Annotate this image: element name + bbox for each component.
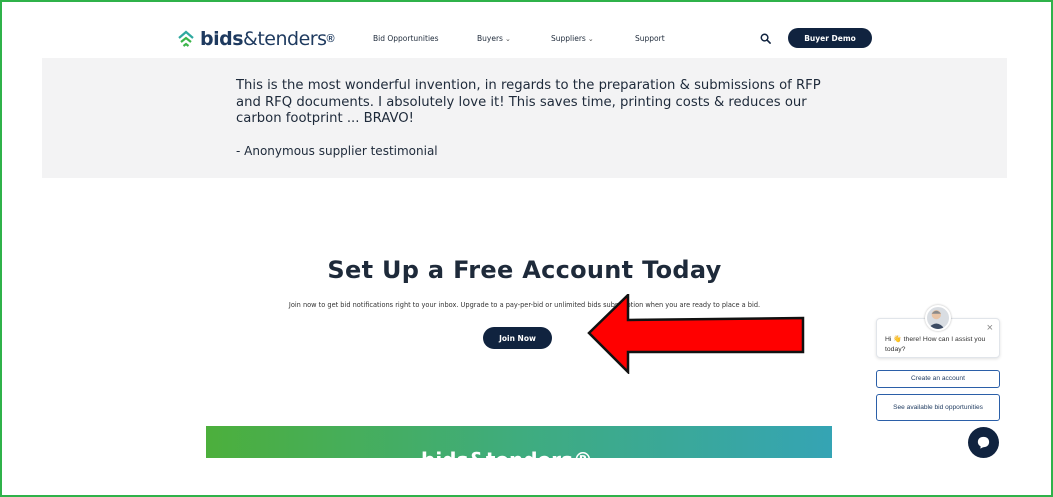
nav-label: Buyers [477, 34, 503, 43]
site-logo[interactable]: bids &tenders ® [176, 27, 335, 51]
chat-option-see-bids[interactable]: See available bid opportunities [876, 394, 1000, 421]
nav-label: Bid Opportunities [373, 34, 439, 43]
join-now-button[interactable]: Join Now [483, 327, 552, 349]
cta-subtitle: Join now to get bid notifications right … [288, 301, 761, 309]
chat-agent-avatar [925, 305, 951, 331]
footer-banner: bids&tenders® [206, 426, 832, 458]
banner-logo-text: bids&tenders® [421, 448, 593, 458]
nav-label: Suppliers [551, 34, 586, 43]
buyer-demo-button[interactable]: Buyer Demo [788, 28, 872, 48]
chevron-down-icon: ⌄ [504, 34, 511, 43]
logo-registered: ® [326, 33, 335, 45]
nav-suppliers[interactable]: Suppliers ⌄ [551, 34, 594, 43]
logo-text-thin: &tenders [243, 28, 327, 50]
chat-message-text: Hi 👋 there! How can I assist you today? [885, 336, 986, 353]
person-icon [927, 309, 945, 329]
screenshot-frame: bids &tenders ® Bid Opportunities Buyers ⌄… [0, 0, 1053, 497]
chat-option-create-account[interactable]: Create an account [876, 370, 1000, 388]
site-header: bids &tenders ® Bid Opportunities Buyers ⌄… [42, 20, 1007, 58]
nav-label: Support [635, 34, 665, 43]
nav-buyers[interactable]: Buyers ⌄ [477, 34, 511, 43]
logo-text-bold: bids [200, 28, 244, 50]
testimonial-attribution: - Anonymous supplier testimonial [236, 144, 438, 158]
close-icon[interactable]: × [987, 322, 993, 334]
web-page: bids &tenders ® Bid Opportunities Buyers ⌄… [42, 20, 1007, 458]
nav-bid-opportunities[interactable]: Bid Opportunities [373, 34, 439, 43]
cta-title: Set Up a Free Account Today [327, 256, 722, 284]
chevron-down-icon: ⌄ [587, 34, 594, 43]
testimonial-section: This is the most wonderful invention, in… [42, 58, 1007, 178]
nav-support[interactable]: Support [635, 34, 665, 43]
chat-launcher-button[interactable] [968, 427, 999, 458]
red-arrow-annotation [587, 294, 805, 374]
logo-chevron-icon [178, 30, 194, 47]
chat-bubble-icon [977, 436, 990, 449]
search-icon[interactable] [760, 33, 771, 44]
testimonial-quote: This is the most wonderful invention, in… [236, 78, 821, 126]
